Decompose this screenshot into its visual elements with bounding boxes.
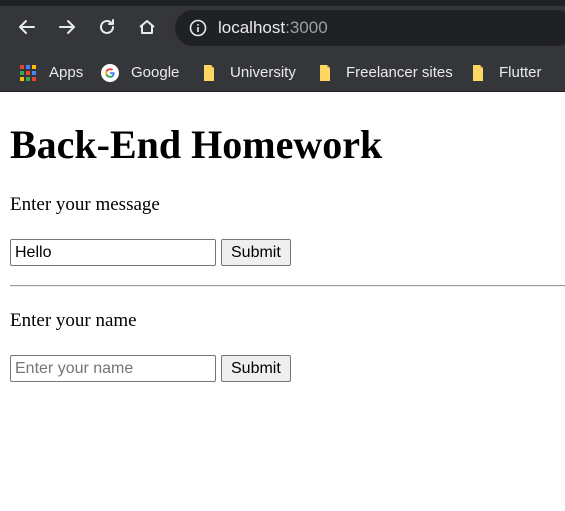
home-icon — [139, 20, 155, 34]
bookmark-folder-flutter[interactable]: Flutter — [469, 54, 542, 91]
bookmark-folder-university[interactable]: University — [200, 54, 296, 91]
folder-icon — [469, 64, 487, 82]
home-button[interactable] — [134, 14, 160, 40]
bookmark-label: Flutter — [499, 64, 542, 81]
message-input[interactable] — [10, 239, 216, 266]
address-url[interactable]: localhost:3000 — [218, 18, 328, 38]
url-port: :3000 — [285, 18, 328, 37]
name-form: Submit — [10, 355, 291, 382]
folder-icon — [200, 64, 218, 82]
arrow-right-icon — [59, 20, 75, 34]
bookmark-label: University — [230, 64, 296, 81]
bookmarks-bar: Apps Google University Freelancer sites — [0, 54, 565, 92]
google-icon — [101, 63, 119, 82]
bookmark-label: Apps — [49, 64, 84, 81]
bookmark-folder-freelancer-sites[interactable]: Freelancer sites — [316, 54, 453, 91]
bookmark-label: Freelancer sites — [346, 64, 453, 81]
apps-grid-icon — [19, 64, 37, 82]
browser-toolbar: localhost:3000 — [0, 0, 565, 54]
name-prompt: Enter your name — [10, 310, 137, 331]
folder-icon — [316, 64, 334, 82]
message-form: Submit — [10, 239, 291, 266]
url-host: localhost — [218, 18, 286, 37]
arrow-left-icon — [19, 20, 35, 34]
message-submit-button[interactable]: Submit — [221, 239, 291, 266]
name-submit-button[interactable]: Submit — [221, 355, 291, 382]
bookmark-apps[interactable]: Apps — [19, 54, 83, 91]
message-prompt: Enter your message — [10, 194, 160, 215]
divider — [10, 285, 565, 287]
reload-button[interactable] — [94, 14, 120, 40]
bookmark-google[interactable]: Google — [101, 54, 179, 91]
bookmark-label: Google — [131, 64, 180, 81]
name-input[interactable] — [10, 355, 216, 382]
back-button[interactable] — [14, 14, 40, 40]
reload-icon — [100, 19, 114, 34]
info-icon[interactable] — [189, 19, 207, 37]
forward-button[interactable] — [54, 14, 80, 40]
address-bar[interactable]: localhost:3000 — [175, 10, 565, 46]
page-title: Back-End Homework — [10, 122, 383, 167]
